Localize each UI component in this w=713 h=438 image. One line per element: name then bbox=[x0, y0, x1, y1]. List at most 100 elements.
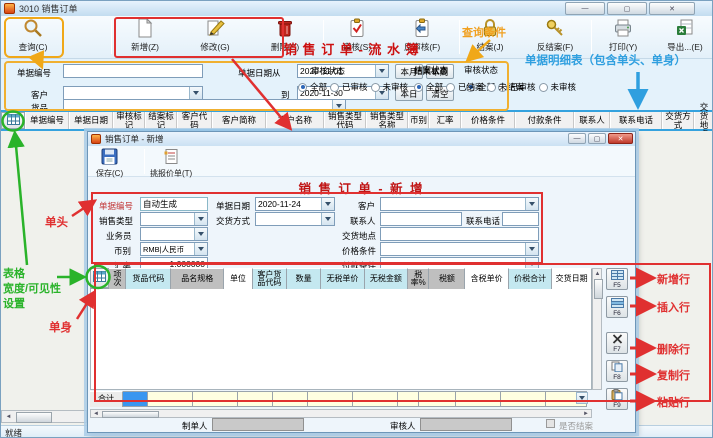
grid-column-header[interactable]: 无税单价 bbox=[321, 268, 364, 289]
detail-grid-body[interactable] bbox=[90, 289, 592, 390]
chevron-down-icon[interactable] bbox=[375, 65, 388, 77]
copy-row-button[interactable]: F8 bbox=[606, 360, 628, 382]
save-button[interactable]: 保存(C) bbox=[96, 148, 123, 179]
dialog-titlebar: 销售订单 - 新增 bbox=[88, 132, 635, 146]
column-header[interactable]: 币别 bbox=[408, 112, 429, 129]
grid-column-header[interactable]: 无税金额 bbox=[365, 268, 408, 289]
column-header[interactable]: 汇率 bbox=[429, 112, 461, 129]
grid-hscrollbar[interactable]: ◄ ► bbox=[90, 409, 592, 418]
column-header[interactable]: 审核标记 bbox=[113, 112, 145, 129]
grid-column-header[interactable]: 含税单价 bbox=[465, 268, 508, 289]
column-header[interactable]: 交货方式 bbox=[662, 112, 694, 129]
salesman-combo[interactable] bbox=[140, 227, 208, 241]
phone-input[interactable] bbox=[502, 212, 539, 226]
total-cell bbox=[238, 391, 273, 407]
minimize-button[interactable]: — bbox=[565, 2, 605, 15]
scroll-left-icon[interactable]: ◄ bbox=[3, 412, 14, 421]
copy-icon bbox=[611, 361, 623, 374]
column-header[interactable]: 单据编号 bbox=[25, 112, 69, 129]
radio-unclosed[interactable] bbox=[487, 83, 496, 92]
chevron-down-icon[interactable] bbox=[525, 243, 538, 255]
query-doc-no-input[interactable] bbox=[63, 64, 203, 78]
chevron-down-icon[interactable] bbox=[321, 213, 334, 225]
contact-input[interactable] bbox=[380, 212, 462, 226]
grid-column-header[interactable]: 数量 bbox=[287, 268, 321, 289]
customer-combo[interactable] bbox=[380, 197, 539, 211]
close-button[interactable]: ✕ bbox=[649, 2, 695, 15]
chevron-down-icon[interactable] bbox=[194, 213, 207, 225]
dialog-minimize-button[interactable]: — bbox=[568, 133, 586, 144]
chevron-down-icon[interactable] bbox=[194, 228, 207, 240]
scroll-right-icon[interactable]: ► bbox=[582, 411, 590, 417]
query-button[interactable]: 查询(C) bbox=[7, 18, 59, 57]
doc-date-combo[interactable]: 2020-11-24 bbox=[255, 197, 335, 211]
radio-closed[interactable] bbox=[446, 83, 455, 92]
body-annotation: 单身 bbox=[49, 319, 72, 335]
radio-unaudited[interactable] bbox=[371, 83, 380, 92]
chevron-down-icon[interactable] bbox=[189, 87, 202, 99]
toolbar-separator bbox=[459, 20, 460, 54]
grid-column-header[interactable]: 货品代码 bbox=[126, 268, 171, 289]
scroll-up-icon[interactable]: ▲ bbox=[594, 270, 601, 278]
main-hscrollbar[interactable]: ◄ bbox=[1, 410, 87, 423]
dialog-maximize-button[interactable]: ▢ bbox=[588, 133, 606, 144]
app-window: 3010 销售订单 — ▢ ✕ 查询(C) 新增(Z) 修改(G) 删除(S) … bbox=[0, 0, 713, 438]
column-header[interactable]: 客户名称 bbox=[266, 112, 324, 129]
table-settings-button[interactable] bbox=[1, 112, 25, 129]
grid-column-header[interactable]: 客户货品代码 bbox=[253, 268, 287, 289]
sales-type-combo[interactable] bbox=[140, 212, 208, 226]
closed-checkbox[interactable] bbox=[546, 419, 555, 428]
grid-column-header[interactable]: 项次 bbox=[109, 268, 126, 289]
chevron-down-icon[interactable] bbox=[576, 392, 588, 404]
grid-column-header[interactable]: 品名规格 bbox=[171, 268, 224, 289]
radio-close-all[interactable] bbox=[414, 83, 423, 92]
grid-column-header[interactable]: 税率% bbox=[408, 268, 429, 289]
radio-audited[interactable] bbox=[330, 83, 339, 92]
chevron-down-icon[interactable] bbox=[321, 198, 334, 210]
detail-table-annotation: 单据明细表（包含单头、单身） bbox=[525, 52, 686, 68]
column-header[interactable]: 客户简称 bbox=[212, 112, 266, 129]
paste-row-button[interactable]: F9 bbox=[606, 388, 628, 410]
doc-no-field[interactable]: 自动生成 bbox=[140, 197, 208, 211]
column-header[interactable]: 联系电话 bbox=[610, 112, 662, 129]
delivery-mode-combo[interactable] bbox=[255, 212, 335, 226]
add-row-button[interactable]: F5 bbox=[606, 268, 628, 290]
scroll-thumb[interactable] bbox=[594, 279, 603, 299]
modify-button[interactable]: 修改(G) bbox=[189, 18, 241, 57]
column-header[interactable]: 结案标记 bbox=[145, 112, 177, 129]
column-header[interactable]: 付款条件 bbox=[515, 112, 574, 129]
scroll-left-icon[interactable]: ◄ bbox=[92, 411, 100, 417]
price-cond-combo[interactable] bbox=[380, 242, 539, 256]
grid-column-header[interactable]: 价税合计 bbox=[509, 268, 552, 289]
radio-audit-all[interactable] bbox=[298, 83, 307, 92]
grid-vscrollbar[interactable]: ▲ bbox=[592, 268, 602, 390]
grid-column-header[interactable]: 税额 bbox=[429, 268, 465, 289]
grid-settings-button[interactable] bbox=[90, 268, 109, 288]
column-header[interactable]: 销售类型名称 bbox=[366, 112, 408, 129]
insert-row-button[interactable]: F6 bbox=[606, 296, 628, 318]
column-header[interactable]: 销售类型代码 bbox=[324, 112, 366, 129]
radio-unaudited[interactable] bbox=[539, 83, 548, 92]
column-header[interactable]: 交货地点 bbox=[694, 112, 713, 129]
currency-combo[interactable]: RMB|人民币 bbox=[140, 242, 208, 256]
minimize-icon: — bbox=[582, 5, 589, 12]
delete-row-button[interactable]: F7 bbox=[606, 332, 628, 354]
column-header[interactable]: 客户代码 bbox=[177, 112, 212, 129]
chevron-down-icon[interactable] bbox=[525, 198, 538, 210]
grid-column-header[interactable]: 单位 bbox=[224, 268, 253, 289]
column-header[interactable]: 价格条件 bbox=[461, 112, 515, 129]
pick-quotation-button[interactable]: 挑报价单(T) bbox=[150, 148, 192, 179]
column-header[interactable]: 单据日期 bbox=[69, 112, 113, 129]
grid-column-header[interactable]: 交货日期 bbox=[552, 268, 592, 289]
query-customer-combo[interactable] bbox=[63, 86, 203, 100]
add-button[interactable]: 新增(Z) bbox=[119, 18, 171, 57]
auditor-label: 审核人 bbox=[390, 420, 416, 432]
column-header[interactable]: 联系人 bbox=[574, 112, 610, 129]
dialog-close-button[interactable]: ✕ bbox=[608, 133, 633, 144]
delivery-place-input[interactable] bbox=[380, 227, 539, 241]
scroll-thumb[interactable] bbox=[16, 412, 52, 423]
scroll-thumb[interactable] bbox=[102, 411, 159, 418]
selected-total-cell[interactable] bbox=[123, 391, 148, 407]
chevron-down-icon[interactable] bbox=[194, 243, 207, 255]
maximize-button[interactable]: ▢ bbox=[607, 2, 647, 15]
